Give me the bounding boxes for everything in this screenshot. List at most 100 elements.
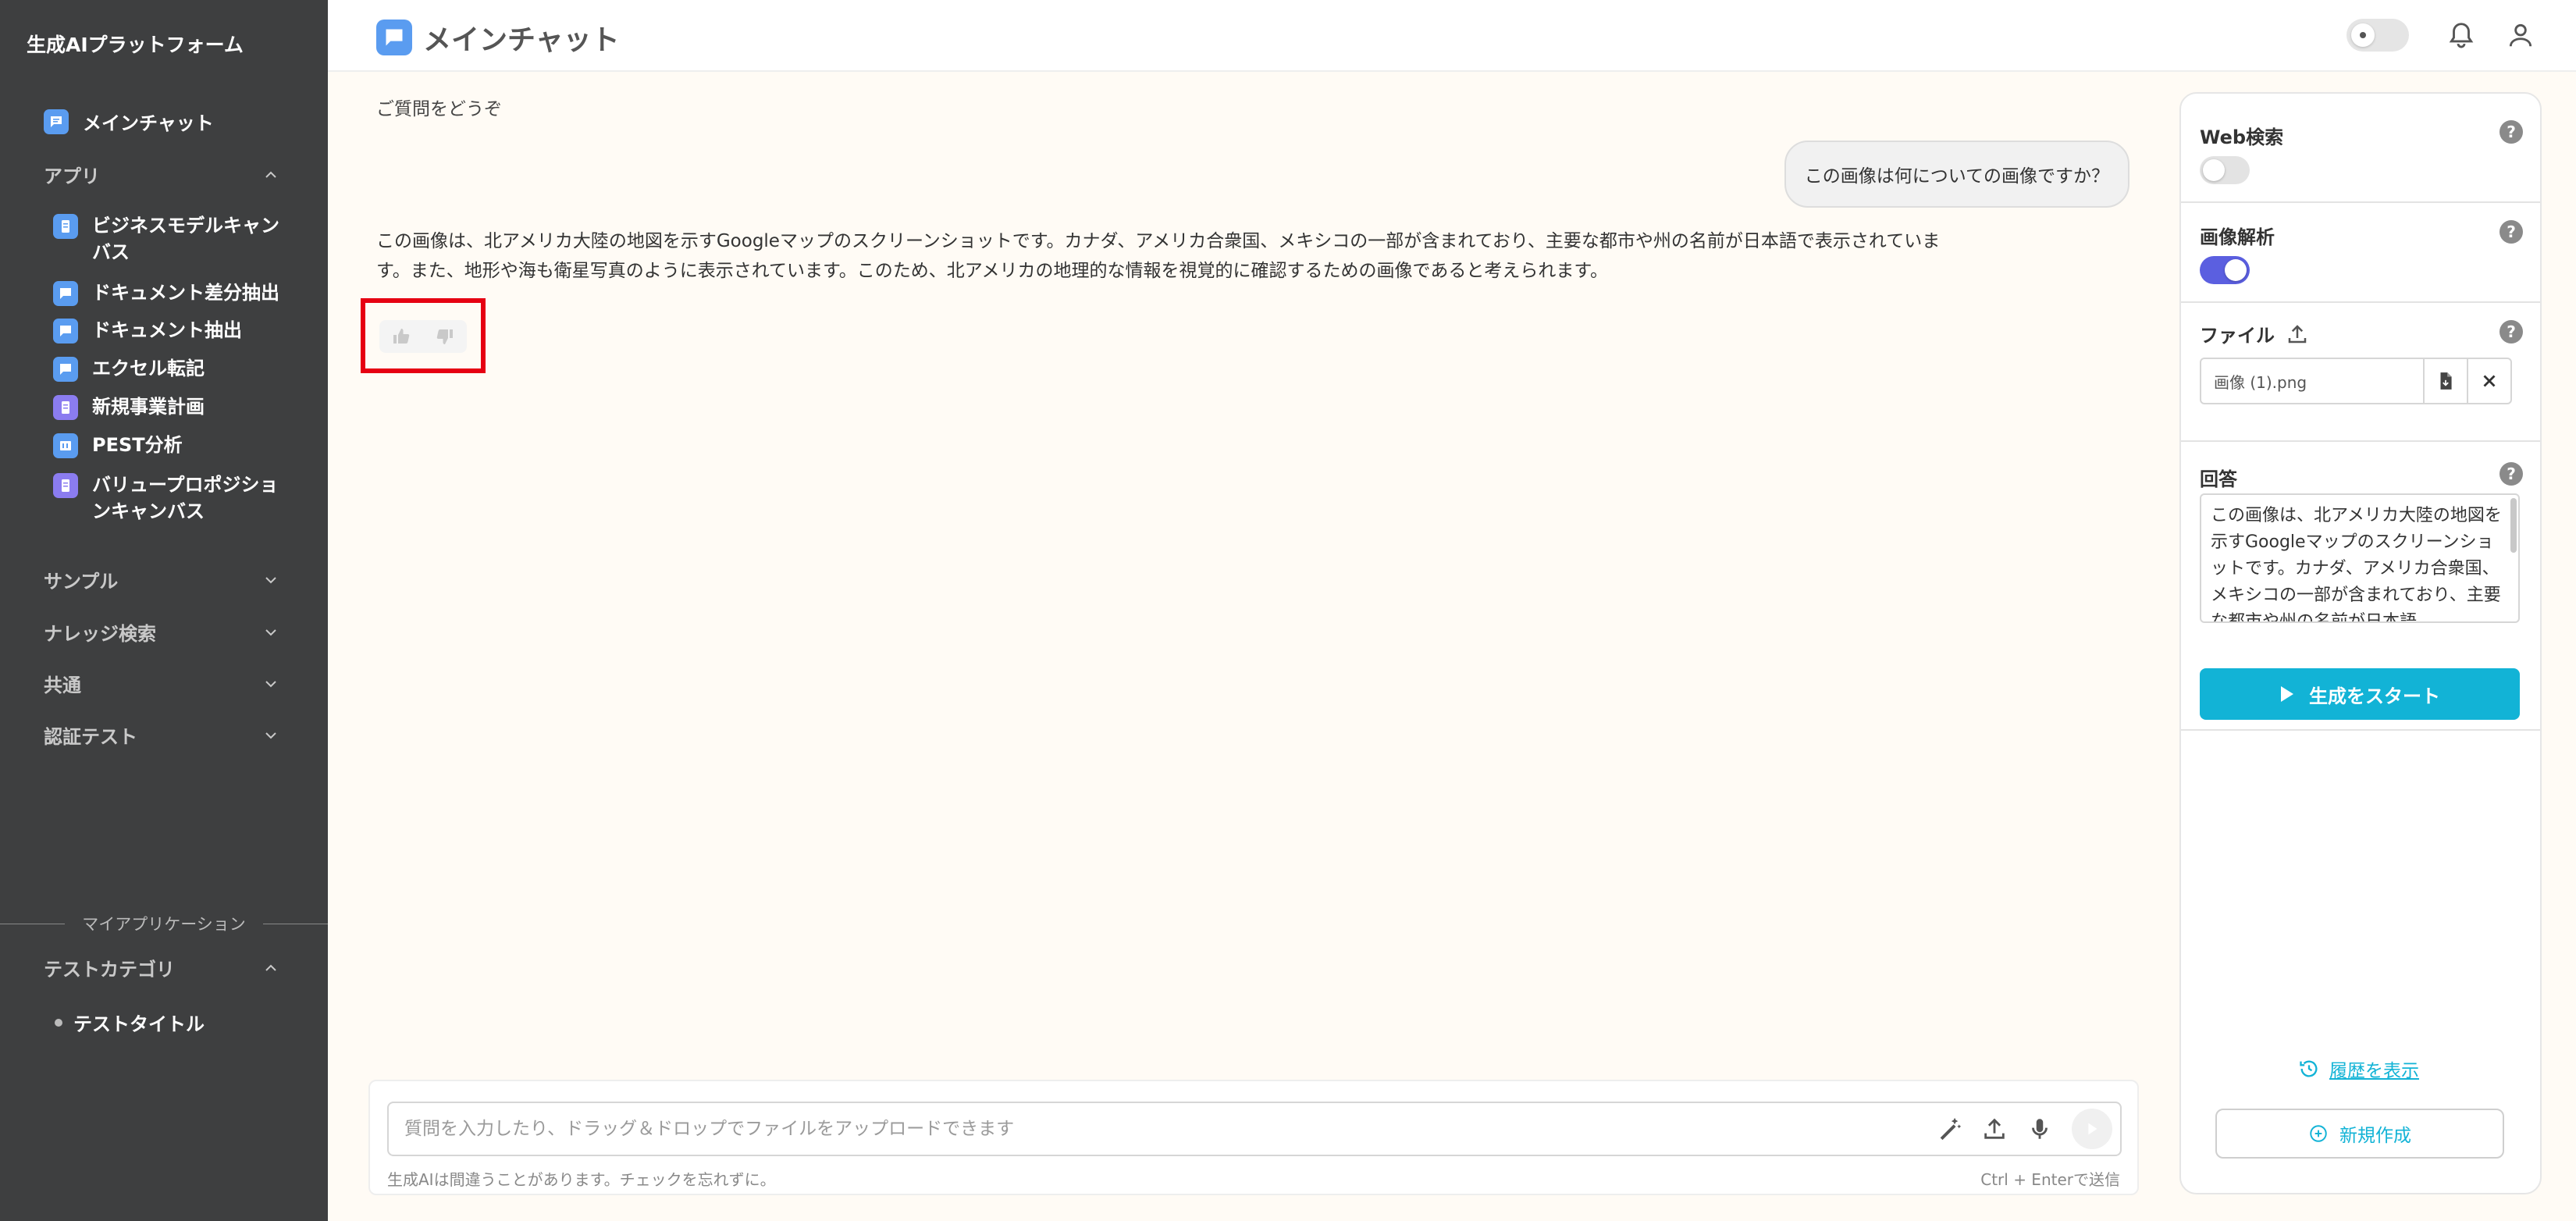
sidebar-group-auth-test[interactable]: 認証テスト <box>44 721 278 749</box>
chat-input-card: 生成AIは間違うことがあります。チェックを忘れずに。 Ctrl + Enterで… <box>368 1080 2139 1195</box>
shortcut-hint: Ctrl + Enterで送信 <box>1980 1170 2120 1189</box>
feedback-buttons <box>379 320 467 353</box>
web-search-toggle[interactable] <box>2200 156 2250 184</box>
send-icon <box>2088 1123 2097 1135</box>
chevron-up-icon <box>265 171 276 178</box>
new-chat-button[interactable]: 新規作成 <box>2215 1109 2504 1159</box>
prompt-label: ご質問をどうぞ <box>376 99 502 119</box>
chevron-down-icon <box>265 680 276 687</box>
close-icon <box>2483 375 2496 387</box>
upload-icon[interactable] <box>1981 1116 2008 1142</box>
sidebar-item-label: 新規事業計画 <box>92 396 205 418</box>
disclaimer-note: 生成AIは間違うことがあります。チェックを忘れずに。 <box>387 1170 776 1189</box>
send-button[interactable] <box>2072 1109 2112 1149</box>
image-analysis-label: 画像解析 <box>2200 226 2275 248</box>
answer-label: 回答 <box>2200 468 2237 490</box>
sidebar-group-sample[interactable]: サンプル <box>44 566 278 593</box>
sidebar-group-common[interactable]: 共通 <box>44 670 278 697</box>
sidebar-group-test-category[interactable]: テストカテゴリ <box>44 954 278 981</box>
document-icon <box>53 473 78 498</box>
theme-toggle[interactable] <box>2347 19 2409 52</box>
chat-input-wrapper <box>387 1102 2122 1156</box>
play-icon <box>2281 686 2293 702</box>
scrollbar[interactable] <box>2510 498 2517 553</box>
sidebar-item-test-title[interactable]: テストタイトル <box>55 1009 205 1036</box>
group-label: サンプル <box>44 571 119 593</box>
help-icon[interactable]: ? <box>2500 462 2523 486</box>
chevron-down-icon <box>265 628 276 635</box>
chevron-down-icon <box>265 576 276 583</box>
file-preview-button[interactable] <box>2423 359 2467 403</box>
sidebar-item-app[interactable]: ドキュメント差分抽出 <box>53 279 287 306</box>
my-apps-divider: マイアプリケーション <box>0 912 328 935</box>
sidebar-item-app[interactable]: PEST分析 <box>53 432 287 458</box>
image-analysis-toggle[interactable] <box>2200 256 2250 284</box>
assistant-answer: この画像は、北アメリカ大陸の地図を示すGoogleマップのスクリーンショットです… <box>376 226 1953 286</box>
sidebar-item-label: メインチャット <box>83 112 214 134</box>
chevron-down-icon <box>265 732 276 739</box>
sidebar-item-app[interactable]: ビジネスモデルキャンバス <box>53 212 287 265</box>
chat-icon <box>53 281 78 306</box>
sidebar-group-knowledge[interactable]: ナレッジ検索 <box>44 618 278 646</box>
group-label: アプリ <box>44 166 100 187</box>
chevron-up-icon <box>265 964 276 971</box>
sidebar-item-label: テストタイトル <box>73 1013 205 1035</box>
help-icon[interactable]: ? <box>2500 120 2523 144</box>
sidebar-item-label: PEST分析 <box>92 434 183 456</box>
sidebar-item-app[interactable]: 新規事業計画 <box>53 393 287 420</box>
help-icon[interactable]: ? <box>2500 220 2523 244</box>
sidebar-item-label: ドキュメント抽出 <box>92 319 242 341</box>
start-button-label: 生成をスタート <box>2309 685 2440 707</box>
sidebar-item-main-chat[interactable]: メインチャット <box>44 108 214 135</box>
answer-line: この画像は、北アメリカ大陸の地図を示すGoogleマップのスクリーンショットです… <box>376 231 1941 251</box>
start-generation-button[interactable]: 生成をスタート <box>2200 668 2520 720</box>
web-search-section: Web検索 ? <box>2181 94 2540 203</box>
sidebar-item-app[interactable]: ドキュメント抽出 <box>53 317 287 344</box>
sidebar-item-label: ビジネスモデルキャンバス <box>92 215 279 263</box>
file-remove-button[interactable] <box>2467 359 2510 403</box>
image-analysis-section: 画像解析 ? <box>2181 203 2540 303</box>
chat-icon <box>53 319 78 344</box>
plus-circle-icon <box>2310 1125 2327 1142</box>
file-label: ファイル <box>2200 320 2309 347</box>
answer-textarea[interactable]: この画像は、北アメリカ大陸の地図を示すGoogleマップのスクリーンショットです… <box>2200 493 2520 623</box>
file-icon <box>2440 372 2452 390</box>
grid-icon <box>53 433 78 458</box>
sidebar-item-label: ドキュメント差分抽出 <box>92 282 279 304</box>
thumbs-up-icon[interactable] <box>392 327 411 346</box>
group-label: 認証テスト <box>44 726 137 748</box>
answer-text: この画像は、北アメリカ大陸の地図を示すGoogleマップのスクリーンショットです… <box>2211 506 2502 623</box>
chat-input[interactable] <box>389 1119 1936 1139</box>
group-label: 共通 <box>44 675 81 696</box>
page-title-text: メインチャット <box>423 24 620 56</box>
group-label: ナレッジ検索 <box>44 623 156 645</box>
sidebar-item-app[interactable]: バリュープロポジションキャンバス <box>53 472 287 525</box>
document-icon <box>53 395 78 420</box>
chat-icon <box>376 20 412 55</box>
help-icon[interactable]: ? <box>2500 320 2523 344</box>
history-icon <box>2300 1060 2318 1077</box>
page-title: メインチャット <box>376 17 620 58</box>
sidebar-group-apps[interactable]: アプリ <box>44 161 278 188</box>
document-icon <box>53 214 78 239</box>
sidebar-item-app[interactable]: エクセル転記 <box>53 355 287 382</box>
user-icon[interactable] <box>2506 20 2535 50</box>
settings-panel: Web検索 ? 画像解析 ? ファイル ? 画像 (1).png 回答 ? この… <box>2179 92 2542 1194</box>
microphone-icon[interactable] <box>2026 1116 2053 1142</box>
magic-wand-icon[interactable] <box>1936 1116 1962 1142</box>
upload-icon[interactable] <box>2286 322 2309 346</box>
user-message-bubble: この画像は何についての画像ですか？ <box>1784 141 2129 208</box>
sidebar-item-label: バリュープロポジションキャンバス <box>92 474 279 522</box>
thumbs-down-icon[interactable] <box>436 327 454 346</box>
feedback-highlight <box>361 298 486 373</box>
web-search-label: Web検索 <box>2200 126 2284 148</box>
file-label-text: ファイル <box>2200 325 2275 347</box>
new-button-label: 新規作成 <box>2339 1126 2411 1146</box>
sidebar-item-label: エクセル転記 <box>92 358 205 379</box>
bullet-icon <box>55 1018 62 1027</box>
bell-icon[interactable] <box>2446 20 2476 50</box>
history-link[interactable]: 履歴を表示 <box>2298 1055 2419 1082</box>
chat-icon <box>44 109 69 134</box>
file-name: 画像 (1).png <box>2214 372 2307 392</box>
chat-icon <box>53 357 78 382</box>
